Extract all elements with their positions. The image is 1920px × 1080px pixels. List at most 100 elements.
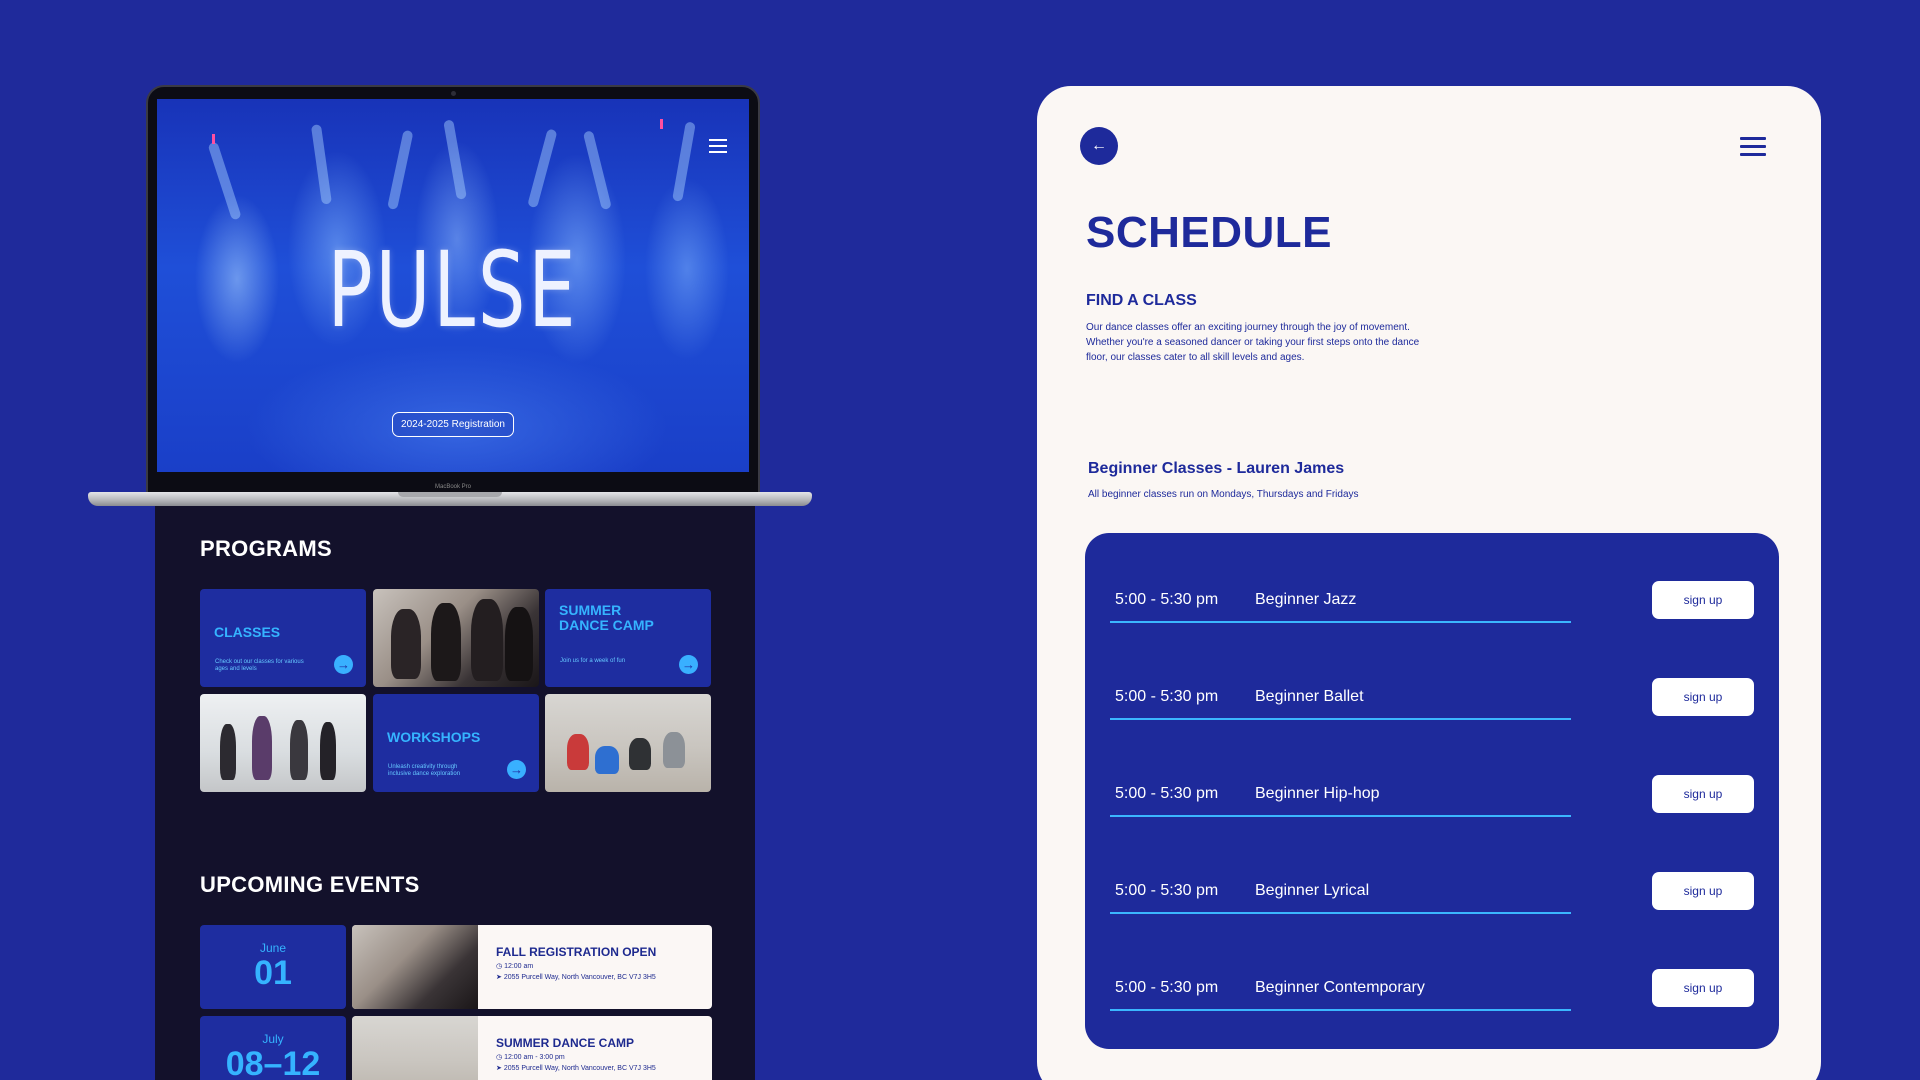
sign-up-button[interactable]: sign up (1652, 581, 1754, 619)
class-divider (1110, 718, 1571, 720)
event-time: 12:00 am - 3:00 pm (504, 1054, 565, 1061)
class-time: 5:00 - 5:30 pm (1115, 785, 1219, 802)
dancer-figure (220, 724, 236, 780)
location-icon: ➤ (496, 974, 502, 981)
class-row: 5:00 - 5:30 pm Beginner Hip-hop sign up (1110, 775, 1754, 825)
program-tile-subtitle: Unleash creativity through inclusive dan… (388, 764, 461, 777)
program-tile-subtitle: Join us for a week of fun (560, 658, 626, 664)
program-tile-title: WORKSHOPS (387, 729, 481, 745)
stage-light (660, 119, 663, 129)
class-name: Beginner Jazz (1255, 591, 1357, 608)
class-time: 5:00 - 5:30 pm (1115, 979, 1219, 996)
arrow-left-icon[interactable]: ← (1080, 127, 1118, 165)
class-group-description: All beginner classes run on Mondays, Thu… (1088, 489, 1359, 500)
event-card[interactable]: FALL REGISTRATION OPEN ◷ 12:00 am ➤ 2055… (352, 925, 712, 1009)
event-time-row: ◷ 12:00 am - 3:00 pm (496, 1053, 565, 1061)
event-card[interactable]: SUMMER DANCE CAMP ◷ 12:00 am - 3:00 pm ➤… (352, 1016, 712, 1080)
event-month: June (259, 941, 287, 955)
dancer-figure (431, 603, 461, 681)
kids-dancing-photo (545, 694, 711, 792)
event-address-row: ➤ 2055 Purcell Way, North Vancouver, BC … (496, 973, 656, 981)
event-time-row: ◷ 12:00 am (496, 962, 533, 970)
dancer-figure (252, 716, 272, 780)
class-time: 5:00 - 5:30 pm (1115, 688, 1219, 705)
laptop-notch (398, 492, 502, 497)
dancer-figure (595, 746, 619, 774)
dancer-figure (567, 734, 589, 770)
program-tile-title: SUMMER DANCE CAMP (559, 602, 654, 633)
event-month: July (262, 1032, 284, 1046)
dancer-figure (505, 607, 533, 681)
program-tile-summer-camp[interactable]: SUMMER DANCE CAMP Join us for a week of … (545, 589, 711, 687)
location-icon: ➤ (496, 1065, 502, 1072)
class-row: 5:00 - 5:30 pm Beginner Lyrical sign up (1110, 872, 1754, 922)
class-name: Beginner Contemporary (1255, 979, 1425, 996)
arrow-right-icon[interactable]: → (679, 655, 698, 674)
dancer-figure (663, 732, 685, 768)
dancer-figure (310, 124, 332, 205)
sign-up-button[interactable]: sign up (1652, 775, 1754, 813)
page-title: SCHEDULE (1086, 208, 1333, 257)
stage-light (212, 134, 215, 144)
dancer-figure (582, 130, 612, 211)
dancer-figure (320, 722, 336, 780)
event-photo (352, 925, 478, 1009)
arrow-right-icon[interactable]: → (507, 760, 526, 779)
studio-photo (200, 694, 366, 792)
clock-icon: ◷ (496, 1054, 503, 1061)
program-tile-subtitle: Check out our classes for various ages a… (215, 659, 304, 672)
class-divider (1110, 912, 1571, 914)
event-day: 01 (254, 954, 292, 992)
dancer-figure (471, 599, 503, 681)
program-tile-title: CLASSES (214, 624, 281, 640)
class-row: 5:00 - 5:30 pm Beginner Ballet sign up (1110, 678, 1754, 728)
dancer-figure (629, 738, 651, 770)
dancer-figure (207, 141, 242, 221)
class-name: Beginner Ballet (1255, 688, 1364, 705)
event-address-row: ➤ 2055 Purcell Way, North Vancouver, BC … (496, 1064, 656, 1072)
class-divider (1110, 621, 1571, 623)
dancer-figure (443, 119, 467, 200)
class-time: 5:00 - 5:30 pm (1115, 591, 1219, 608)
registration-button[interactable]: 2024-2025 Registration (392, 412, 514, 437)
event-date-badge: June 01 (200, 925, 346, 1009)
event-address: 2055 Purcell Way, North Vancouver, BC V7… (503, 974, 656, 981)
class-name: Beginner Hip-hop (1255, 785, 1380, 802)
class-name: Beginner Lyrical (1255, 882, 1370, 899)
dancer-figure (387, 129, 414, 211)
class-row: 5:00 - 5:30 pm Beginner Contemporary sig… (1110, 969, 1754, 1019)
sign-up-button[interactable]: sign up (1652, 969, 1754, 1007)
laptop-base (88, 492, 812, 506)
dancer-figure (672, 121, 696, 202)
dancer-figure (527, 128, 558, 209)
event-photo (352, 1016, 478, 1080)
laptop-mockup: PULSE 2024-2025 Registration MacBook Pro (146, 85, 760, 496)
event-address: 2055 Purcell Way, North Vancouver, BC V7… (503, 1065, 656, 1072)
clock-icon: ◷ (496, 963, 503, 970)
class-row: 5:00 - 5:30 pm Beginner Jazz sign up (1110, 581, 1754, 631)
event-day: 08–12 (225, 1045, 321, 1080)
arrow-right-icon[interactable]: → (334, 655, 353, 674)
website-scroll-preview: PROGRAMS CLASSES Check out our classes f… (155, 506, 755, 1080)
event-title: SUMMER DANCE CAMP (496, 1036, 634, 1050)
find-class-heading: FIND A CLASS (1086, 292, 1197, 309)
class-divider (1110, 1009, 1571, 1011)
hamburger-menu-icon[interactable] (709, 139, 727, 157)
schedule-panel: ← SCHEDULE FIND A CLASS Our dance classe… (1037, 86, 1821, 1080)
class-divider (1110, 815, 1571, 817)
class-group-title: Beginner Classes - Lauren James (1088, 460, 1345, 477)
hamburger-menu-icon[interactable] (1740, 137, 1766, 161)
events-heading: UPCOMING EVENTS (200, 872, 420, 897)
pulse-logo: PULSE (327, 229, 579, 351)
program-tile-classes[interactable]: CLASSES Check out our classes for variou… (200, 589, 366, 687)
event-title: FALL REGISTRATION OPEN (496, 945, 657, 959)
sign-up-button[interactable]: sign up (1652, 872, 1754, 910)
class-time: 5:00 - 5:30 pm (1115, 882, 1219, 899)
camera-dot (451, 91, 456, 96)
sign-up-button[interactable]: sign up (1652, 678, 1754, 716)
event-date-badge: July 08–12 (200, 1016, 346, 1080)
program-tile-workshops[interactable]: WORKSHOPS Unleash creativity through inc… (373, 694, 539, 792)
dancers-photo (373, 589, 539, 687)
class-list: 5:00 - 5:30 pm Beginner Jazz sign up 5:0… (1085, 533, 1779, 1049)
dancer-figure (391, 609, 421, 679)
